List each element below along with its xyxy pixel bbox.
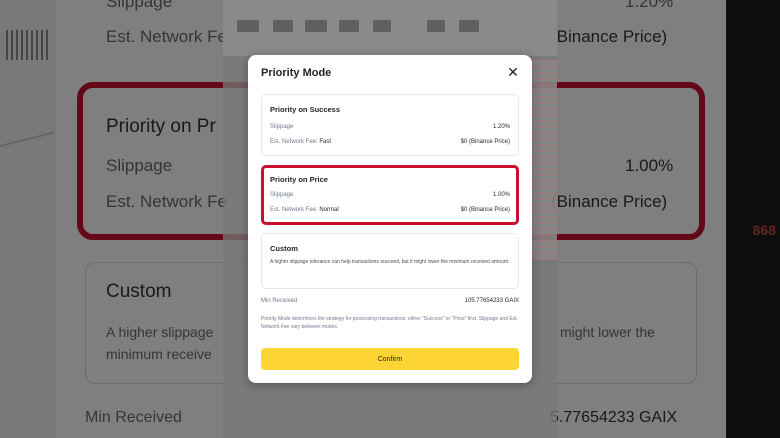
close-icon: ✕ [507, 64, 519, 80]
option-name: Custom [270, 244, 298, 253]
min-received-label: Min Received [261, 298, 298, 304]
option-fee-row: Est. Network Fee: Fast $0 (Binance Price… [270, 139, 510, 145]
strip-tick [273, 20, 293, 32]
slippage-label: Slippage [270, 124, 294, 130]
fee-level: Normal [319, 207, 339, 213]
strip-tick [237, 20, 259, 32]
min-received-row: Min Received 105.77654233 GAIX [261, 298, 519, 304]
option-slippage-row: Slippage 1.00% [270, 192, 510, 198]
option-priority-on-success[interactable]: Priority on Success Slippage 1.20% Est. … [261, 94, 519, 156]
fee-value: $0 (Binance Price) [460, 207, 510, 213]
video-frame: Slippage 1.20% Est. Network Fe (Binance … [0, 0, 780, 438]
strip-tick [427, 20, 445, 32]
slippage-label: Slippage [270, 192, 294, 198]
option-slippage-row: Slippage 1.20% [270, 124, 510, 130]
option-fee-row: Est. Network Fee: Normal $0 (Binance Pri… [270, 207, 510, 213]
fee-label: Est. Network Fee: [270, 139, 318, 145]
strip-tick [339, 20, 359, 32]
strip-tick [459, 20, 479, 32]
slippage-value: 1.00% [492, 192, 510, 198]
slippage-value: 1.20% [492, 124, 510, 130]
option-priority-on-price[interactable]: Priority on Price Slippage 1.00% Est. Ne… [261, 165, 519, 225]
strip-tick [305, 20, 327, 32]
option-name: Priority on Success [270, 105, 341, 114]
fee-label: Est. Network Fee: [270, 207, 318, 213]
option-custom[interactable]: Custom A higher slippage tolerance can h… [261, 233, 519, 289]
modal-title: Priority Mode [261, 67, 332, 79]
fee-level: Fast [319, 139, 332, 145]
close-button[interactable]: ✕ [506, 65, 520, 79]
fee-value: $0 (Binance Price) [460, 139, 510, 145]
option-name: Priority on Price [270, 175, 328, 184]
option-description: A higher slippage tolerance can help tra… [270, 259, 510, 265]
priority-mode-note: Priority Mode determines the strategy fo… [261, 316, 518, 330]
min-received-value: 105.77654233 GAIX [464, 298, 519, 304]
priority-mode-modal: Priority Mode ✕ Priority on Success Slip… [248, 55, 532, 383]
confirm-button[interactable]: Confirm [261, 348, 519, 370]
center-top-strip [223, 0, 557, 56]
strip-tick [373, 20, 391, 32]
center-side-list [531, 60, 557, 260]
